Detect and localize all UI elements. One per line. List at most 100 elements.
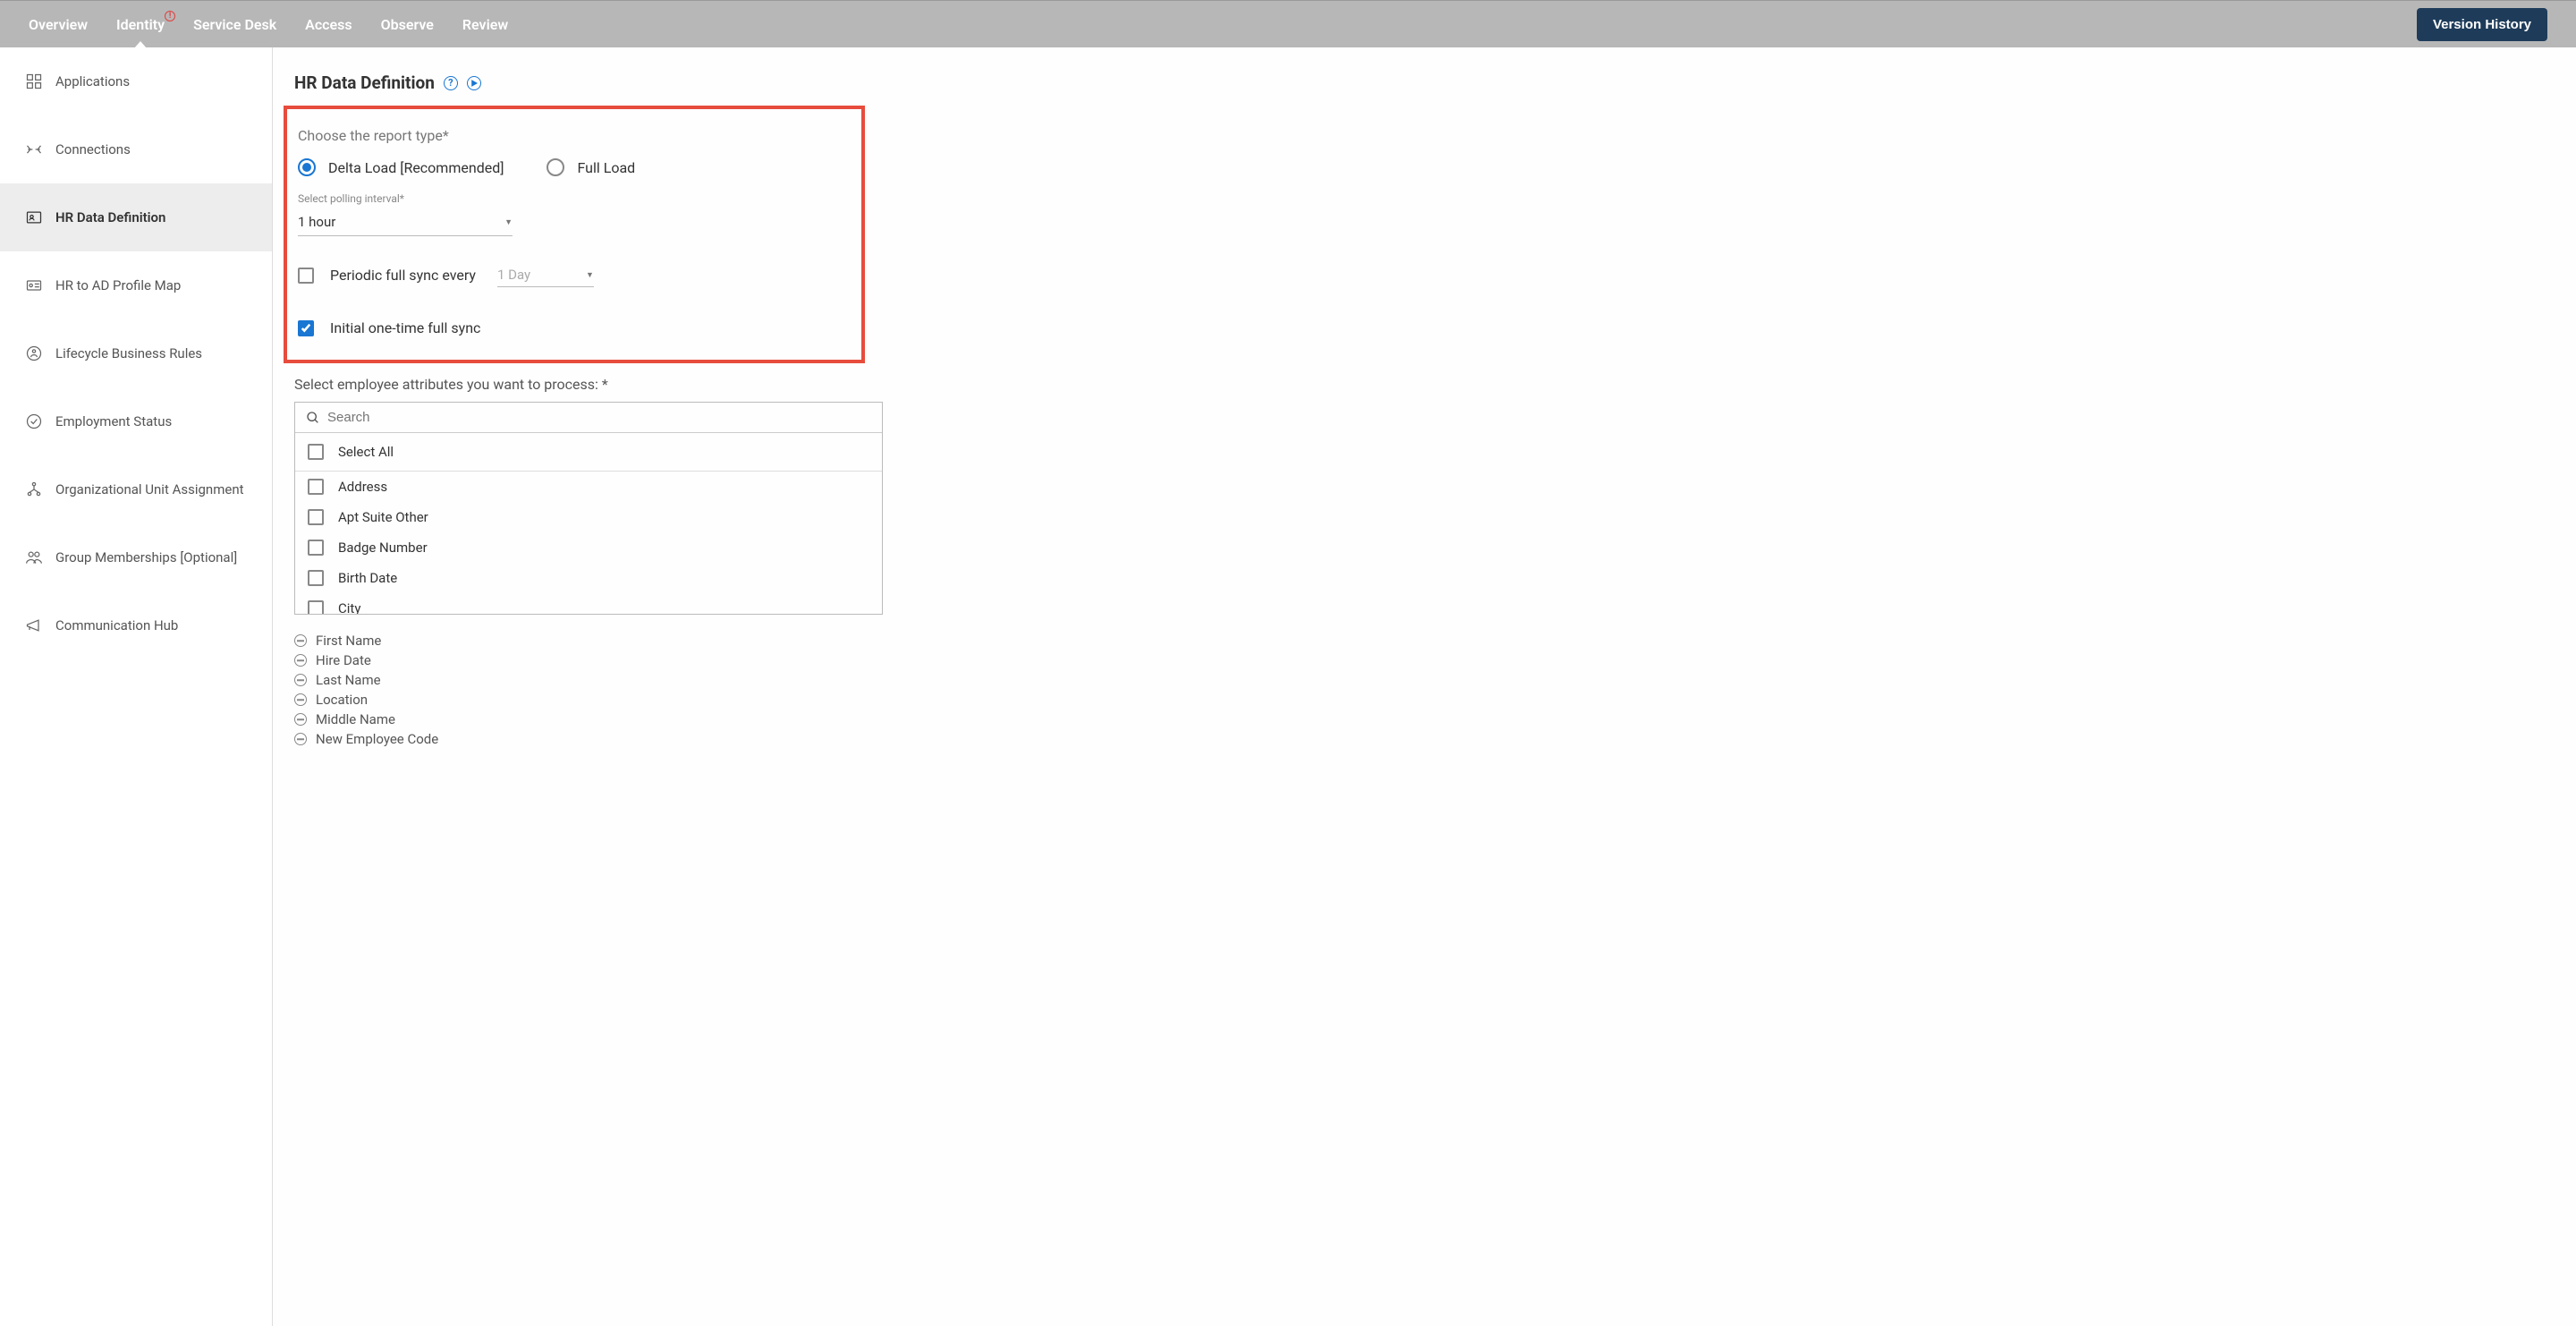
attribute-label: Apt Suite Other	[338, 509, 428, 525]
tab-identity-label: Identity	[116, 16, 165, 33]
polling-interval-select[interactable]: 1 hour ▼	[298, 208, 513, 236]
sidebar-item-label: HR to AD Profile Map	[55, 277, 181, 293]
tab-review[interactable]: Review	[462, 2, 508, 47]
periodic-sync-label: Periodic full sync every	[330, 267, 476, 284]
attribute-row[interactable]: City	[295, 593, 882, 614]
sidebar-item-connections[interactable]: Connections	[0, 115, 272, 183]
sidebar-item-applications[interactable]: Applications	[0, 47, 272, 115]
tab-overview[interactable]: Overview	[29, 2, 88, 47]
sidebar-item-label: Communication Hub	[55, 617, 178, 633]
locked-attribute-label: Middle Name	[316, 711, 395, 727]
attribute-row[interactable]: Birth Date	[295, 563, 882, 593]
periodic-sync-checkbox[interactable]	[298, 268, 314, 284]
polling-interval-value: 1 hour	[298, 214, 335, 230]
radio-unchecked-icon	[547, 158, 564, 176]
sidebar-item-employment-status[interactable]: Employment Status	[0, 387, 272, 455]
alert-icon: !	[165, 11, 175, 21]
radio-full-load[interactable]: Full Load	[547, 158, 635, 176]
minus-circle-icon	[294, 654, 307, 667]
attribute-row[interactable]: Apt Suite Other	[295, 502, 882, 532]
sidebar: Applications Connections HR Data Definit…	[0, 47, 273, 1326]
select-all-row[interactable]: Select All	[295, 433, 882, 472]
tab-access[interactable]: Access	[305, 2, 352, 47]
sidebar-item-label: Connections	[55, 141, 131, 157]
locked-attribute-label: First Name	[316, 633, 381, 649]
org-tree-icon	[25, 480, 43, 498]
sidebar-item-label: Applications	[55, 73, 130, 89]
periodic-sync-select[interactable]: 1 Day ▼	[497, 263, 594, 287]
select-all-label: Select All	[338, 444, 394, 460]
attribute-label: City	[338, 600, 360, 614]
attribute-checkbox[interactable]	[308, 570, 324, 586]
link-icon	[25, 140, 43, 158]
attribute-label: Address	[338, 479, 387, 495]
locked-attribute-label: New Employee Code	[316, 731, 438, 747]
radio-full-label: Full Load	[577, 159, 635, 176]
sidebar-item-hr-to-ad[interactable]: HR to AD Profile Map	[0, 251, 272, 319]
check-circle-icon	[25, 412, 43, 430]
minus-circle-icon	[294, 674, 307, 686]
attribute-row[interactable]: Badge Number	[295, 532, 882, 563]
id-card-icon	[25, 208, 43, 226]
attributes-label: Select employee attributes you want to p…	[294, 376, 2576, 393]
sidebar-item-label: Group Memberships [Optional]	[55, 549, 237, 565]
locked-attribute: Middle Name	[294, 710, 2576, 729]
sidebar-item-label: Employment Status	[55, 413, 172, 429]
main-content: HR Data Definition ? Choose the report t…	[273, 47, 2576, 1326]
locked-attributes-list: First Name Hire Date Last Name Location …	[294, 631, 2576, 749]
radio-delta-load[interactable]: Delta Load [Recommended]	[298, 158, 504, 176]
search-input[interactable]	[327, 410, 871, 425]
attribute-row[interactable]: Address	[295, 472, 882, 502]
version-history-button[interactable]: Version History	[2417, 8, 2547, 41]
attribute-checkbox[interactable]	[308, 540, 324, 556]
play-icon[interactable]	[467, 76, 481, 90]
attribute-label: Birth Date	[338, 570, 397, 586]
locked-attribute: Last Name	[294, 670, 2576, 690]
minus-circle-icon	[294, 693, 307, 706]
search-icon	[306, 411, 320, 425]
users-icon	[25, 548, 43, 566]
sidebar-item-ou-assignment[interactable]: Organizational Unit Assignment	[0, 455, 272, 523]
sidebar-item-group-memberships[interactable]: Group Memberships [Optional]	[0, 523, 272, 591]
minus-circle-icon	[294, 733, 307, 745]
chevron-down-icon: ▼	[586, 270, 594, 280]
sidebar-item-lifecycle[interactable]: Lifecycle Business Rules	[0, 319, 272, 387]
attribute-label: Badge Number	[338, 540, 428, 556]
locked-attribute-label: Location	[316, 692, 368, 708]
select-all-checkbox[interactable]	[308, 444, 324, 460]
minus-circle-icon	[294, 634, 307, 647]
initial-sync-checkbox[interactable]	[298, 320, 314, 336]
tab-observe[interactable]: Observe	[381, 2, 434, 47]
report-type-label: Choose the report type*	[298, 127, 843, 144]
locked-attribute: New Employee Code	[294, 729, 2576, 749]
locked-attribute: First Name	[294, 631, 2576, 650]
lifecycle-icon	[25, 344, 43, 362]
grid-icon	[25, 72, 43, 90]
minus-circle-icon	[294, 713, 307, 726]
top-nav: Overview Identity ! Service Desk Access …	[0, 0, 2576, 47]
polling-interval-label: Select polling interval*	[298, 192, 843, 205]
profile-map-icon	[25, 276, 43, 294]
initial-sync-label: Initial one-time full sync	[330, 319, 480, 336]
attribute-checkbox[interactable]	[308, 600, 324, 614]
sidebar-item-label: Organizational Unit Assignment	[55, 481, 244, 497]
sidebar-item-hr-data-definition[interactable]: HR Data Definition	[0, 183, 272, 251]
attributes-list[interactable]: Select All Address Apt Suite Other Badge…	[295, 433, 882, 614]
locked-attribute: Location	[294, 690, 2576, 710]
locked-attribute-label: Hire Date	[316, 652, 371, 668]
attribute-checkbox[interactable]	[308, 509, 324, 525]
periodic-sync-value: 1 Day	[497, 267, 530, 283]
attributes-box: Select All Address Apt Suite Other Badge…	[294, 402, 883, 615]
locked-attribute: Hire Date	[294, 650, 2576, 670]
page-title-text: HR Data Definition	[294, 72, 435, 93]
report-type-section: Choose the report type* Delta Load [Reco…	[284, 106, 865, 363]
help-icon[interactable]: ?	[444, 76, 458, 90]
attribute-checkbox[interactable]	[308, 479, 324, 495]
sidebar-item-label: HR Data Definition	[55, 209, 165, 225]
page-title: HR Data Definition ?	[294, 72, 2576, 93]
sidebar-item-communication-hub[interactable]: Communication Hub	[0, 591, 272, 659]
tab-service-desk[interactable]: Service Desk	[193, 2, 276, 47]
tab-identity[interactable]: Identity !	[116, 2, 165, 47]
chevron-down-icon: ▼	[504, 217, 513, 227]
megaphone-icon	[25, 616, 43, 634]
